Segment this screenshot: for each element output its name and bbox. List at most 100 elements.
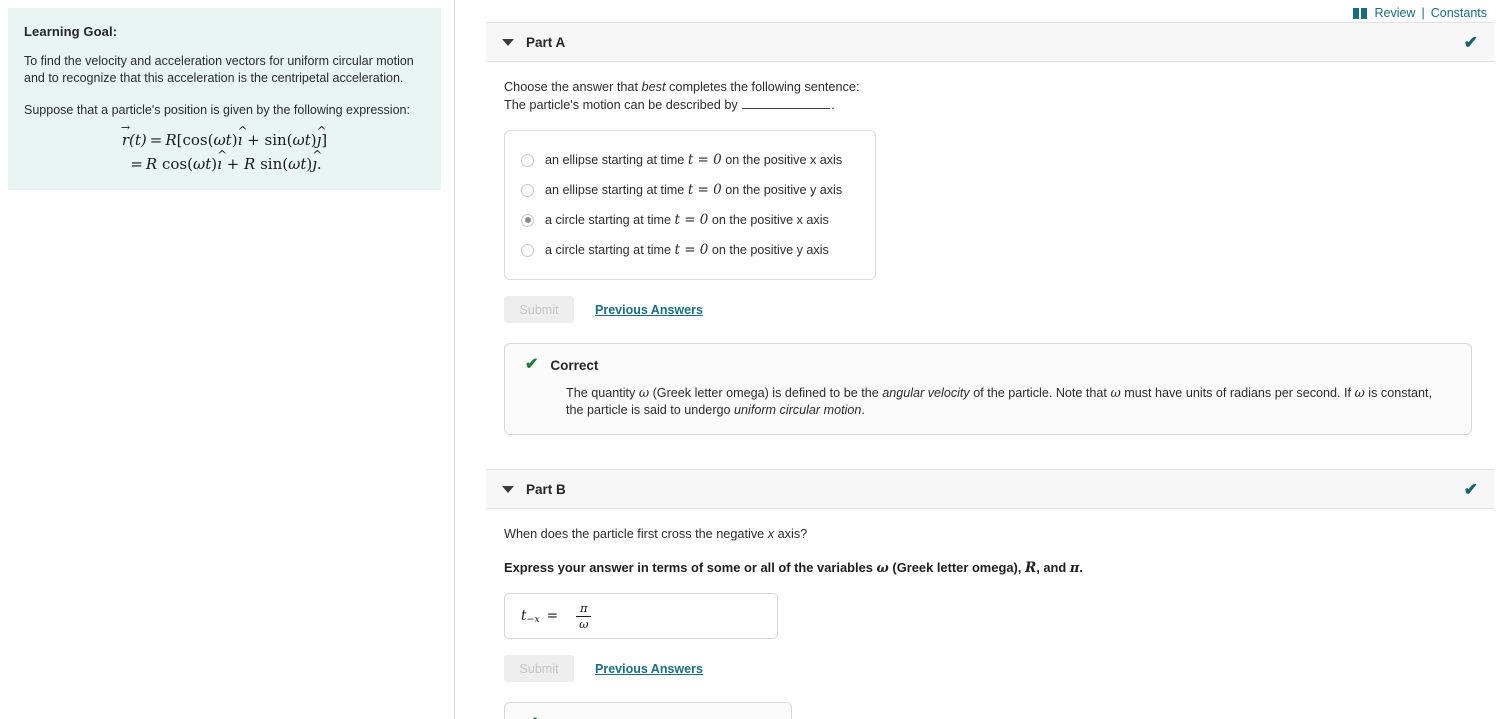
part-a-feedback: ✔ Correct The quantity ω (Greek letter o…: [504, 343, 1472, 435]
part-a-question: Choose the answer that best completes th…: [504, 78, 1491, 114]
position-vector-formula: r(t)=R[cos(ωt)ı + sin(ωt)ȷ] =R cos(ωt)ı …: [24, 116, 425, 176]
option-suffix: axis: [802, 213, 829, 227]
option-label-1: an ellipse starting at time t = 0 on the…: [545, 152, 842, 168]
part-a-previous-answers-link[interactable]: Previous Answers: [595, 303, 703, 317]
chevron-down-icon[interactable]: [502, 38, 514, 46]
instruction-end: .: [1079, 560, 1083, 575]
question-pre: When does the particle first cross the n…: [504, 527, 768, 541]
part-a-submit-button[interactable]: Submit: [504, 296, 574, 323]
option-suffix: axis: [816, 183, 843, 197]
option-suffix: axis: [802, 243, 829, 257]
feedback-text-3: of the particle. Note that: [969, 386, 1111, 400]
option-row[interactable]: a circle starting at time t = 0 on the p…: [521, 235, 859, 265]
chevron-down-icon[interactable]: [502, 485, 514, 493]
option-math: t = 0: [687, 152, 722, 168]
book-icon: [1353, 7, 1368, 19]
feedback-text-6: .: [861, 403, 865, 417]
feedback-text-4: must have units of radians per second. I…: [1120, 386, 1355, 400]
answer-equals: =: [546, 608, 559, 624]
feedback-text-1: The quantity: [566, 386, 639, 400]
omega-symbol: ω: [1354, 385, 1365, 400]
option-row[interactable]: a circle starting at time t = 0 on the p…: [521, 205, 859, 235]
part-a-feedback-title: Correct: [550, 357, 599, 373]
part-a-header[interactable]: Part A ✔: [486, 22, 1494, 62]
option-label-2: an ellipse starting at time t = 0 on the…: [545, 182, 842, 198]
option-math: t = 0: [687, 182, 722, 198]
part-a-options-box: an ellipse starting at time t = 0 on the…: [504, 130, 876, 280]
question-post: axis?: [774, 527, 808, 541]
option-row[interactable]: an ellipse starting at time t = 0 on the…: [521, 175, 859, 205]
radio-option-3[interactable]: [521, 213, 534, 227]
question-text-post: completes the following sentence:: [665, 80, 860, 94]
omega-symbol: ω: [638, 385, 650, 400]
option-prefix: a circle starting at time: [545, 243, 675, 257]
instruction-pre: Express your answer in terms of some or …: [504, 560, 877, 575]
fraction-numerator: π: [579, 601, 588, 616]
option-middle: on the positive: [708, 213, 797, 227]
part-b-submit-button[interactable]: Submit: [504, 655, 574, 682]
radio-option-2[interactable]: [521, 183, 534, 197]
answer-blank: [742, 97, 831, 109]
question-text-pre: Choose the answer that: [504, 80, 642, 94]
learning-goal-setup-text: Suppose that a particle's position is gi…: [24, 103, 410, 117]
instruction-mid: (Greek letter omega),: [888, 560, 1025, 575]
part-b-feedback: ✔ Correct: [504, 702, 792, 719]
radio-option-1[interactable]: [521, 153, 534, 167]
part-a-feedback-text: The quantity ω (Greek letter omega) is d…: [566, 384, 1453, 419]
top-toolbar: Review | Constants: [456, 0, 1503, 22]
correct-check-icon: ✔: [525, 356, 539, 373]
option-prefix: a circle starting at time: [545, 213, 675, 227]
learning-goal-title: Learning Goal:: [24, 24, 118, 39]
part-a-status-check-icon: ✔: [1463, 32, 1478, 52]
answer-fraction: π ω: [576, 601, 592, 630]
radius-symbol: R: [1024, 560, 1037, 576]
instruction-and: , and: [1036, 560, 1070, 575]
part-a-feedback-header: ✔ Correct: [525, 357, 1453, 373]
part-b-header[interactable]: Part B ✔: [486, 469, 1494, 509]
part-a-body: Choose the answer that best completes th…: [456, 78, 1503, 435]
feedback-text-2: (Greek letter omega) is defined to be th…: [649, 386, 883, 400]
pi-symbol: π: [1069, 561, 1080, 576]
part-b-instruction: Express your answer in terms of some or …: [504, 559, 1491, 578]
option-middle: on the positive: [708, 243, 797, 257]
answer-expression: t −x = π ω: [521, 601, 592, 630]
option-math: t = 0: [674, 242, 709, 258]
question-sentence-pre: The particle's motion can be described b…: [504, 98, 742, 112]
learning-goal-card: Learning Goal: To find the velocity and …: [8, 8, 441, 190]
fraction-denominator: ω: [576, 615, 592, 630]
option-prefix: an ellipse starting at time: [545, 183, 688, 197]
option-suffix: axis: [816, 153, 843, 167]
omega-symbol: ω: [876, 561, 889, 576]
feedback-emphasis-1: angular velocity: [882, 386, 970, 400]
part-b-actions: Submit Previous Answers: [504, 655, 1491, 682]
page-root: Learning Goal: To find the velocity and …: [0, 0, 1503, 719]
link-separator: |: [1421, 6, 1425, 20]
option-label-4: a circle starting at time t = 0 on the p…: [545, 242, 829, 258]
option-prefix: an ellipse starting at time: [545, 153, 688, 167]
feedback-emphasis-2: uniform circular motion: [734, 403, 862, 417]
part-a-title: Part A: [526, 34, 566, 50]
learning-goal-sidebar: Learning Goal: To find the velocity and …: [0, 0, 455, 719]
option-middle: on the positive: [721, 153, 810, 167]
option-middle: on the positive: [721, 183, 810, 197]
question-sentence-post: .: [831, 98, 835, 112]
formula-line-2: =R cos(ωt)ı + R sin(ωt)ȷ.: [24, 143, 425, 176]
part-a-actions: Submit Previous Answers: [504, 296, 1491, 323]
radio-option-4[interactable]: [521, 243, 534, 257]
problem-content: Review | Constants Part A ✔ Choose the a…: [456, 0, 1503, 719]
part-b-title: Part B: [526, 481, 566, 497]
question-emphasis: best: [641, 80, 666, 94]
part-b-answer-input[interactable]: t −x = π ω: [504, 593, 778, 639]
omega-symbol: ω: [1110, 385, 1121, 400]
review-link[interactable]: Review: [1374, 6, 1415, 20]
option-row[interactable]: an ellipse starting at time t = 0 on the…: [521, 145, 859, 175]
part-b-body: When does the particle first cross the n…: [456, 525, 1503, 719]
part-b-status-check-icon: ✔: [1463, 479, 1478, 499]
toolbar-links: Review | Constants: [1353, 6, 1487, 20]
part-b-question: When does the particle first cross the n…: [504, 525, 1491, 543]
learning-goal-text: To find the velocity and acceleration ve…: [24, 54, 414, 85]
option-label-3: a circle starting at time t = 0 on the p…: [545, 212, 829, 228]
option-math: t = 0: [674, 212, 709, 228]
constants-link[interactable]: Constants: [1431, 6, 1487, 20]
part-b-previous-answers-link[interactable]: Previous Answers: [595, 662, 703, 676]
